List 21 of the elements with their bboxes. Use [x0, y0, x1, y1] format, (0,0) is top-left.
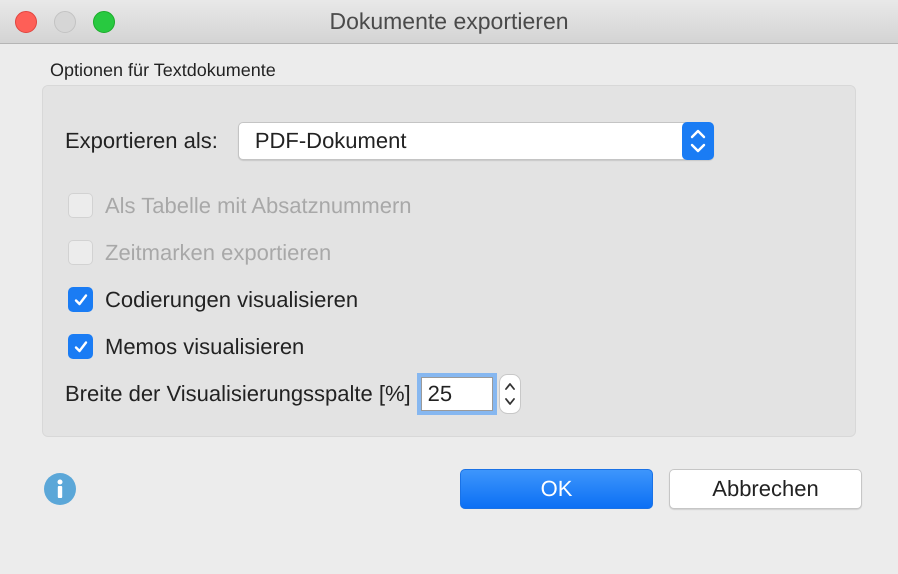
checkbox-label: Memos visualisieren [105, 334, 304, 360]
chevron-updown-icon [682, 122, 714, 160]
export-label: Exportieren als: [65, 128, 218, 154]
checkbox[interactable] [68, 287, 93, 312]
checkbox-label: Zeitmarken exportieren [105, 240, 332, 266]
column-width-label: Breite der Visualisierungsspalte [%] [65, 381, 411, 407]
checkbox[interactable] [68, 334, 93, 359]
format-dropdown[interactable]: PDF-Dokument [238, 122, 714, 160]
info-icon[interactable] [44, 473, 76, 505]
ok-button[interactable]: OK [460, 469, 653, 509]
cancel-button[interactable]: Abbrechen [669, 469, 862, 509]
checkmark-icon [72, 292, 88, 308]
checkbox-label: Als Tabelle mit Absatznummern [105, 192, 412, 218]
close-icon[interactable] [15, 10, 37, 32]
minimize-icon[interactable] [54, 10, 76, 32]
section-title: Optionen für Textdokumente [50, 60, 276, 81]
zoom-icon[interactable] [93, 10, 115, 32]
checkbox-label: Codierungen visualisieren [105, 286, 358, 312]
stepper-icon[interactable] [498, 374, 521, 414]
checkmark-icon [72, 338, 88, 354]
window-title: Dokumente exportieren [329, 8, 569, 35]
